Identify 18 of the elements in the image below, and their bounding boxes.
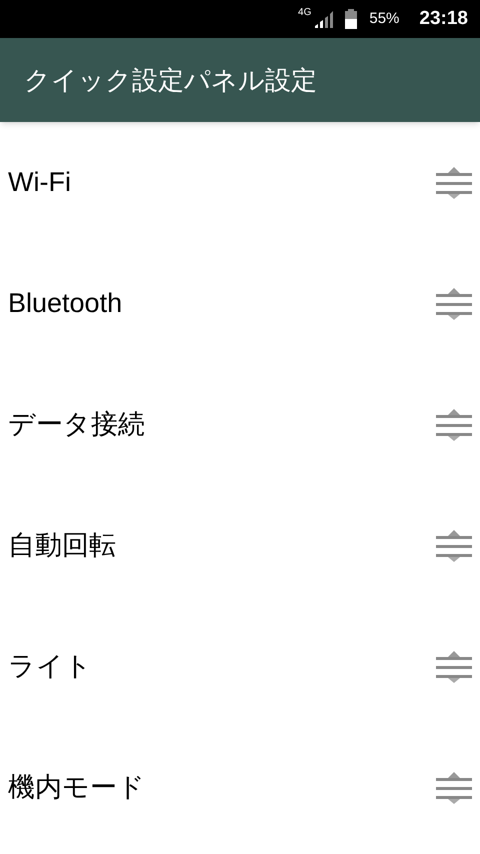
battery-icon — [345, 9, 358, 29]
drag-handle-icon[interactable] — [436, 166, 472, 200]
tile-label: Wi-Fi — [8, 166, 71, 200]
tile-label: データ接続 — [8, 408, 145, 442]
screen-title: クイック設定パネル設定 — [24, 64, 317, 96]
signal-icon — [315, 10, 334, 28]
drag-handle-icon[interactable] — [436, 770, 472, 804]
tile-label: 機内モード — [8, 771, 145, 804]
battery-percent: 55% — [369, 8, 400, 29]
drag-handle-icon[interactable] — [436, 528, 472, 562]
tile-label: Bluetooth — [8, 287, 122, 320]
tile-label: ライト — [8, 650, 92, 684]
drag-handle-icon[interactable] — [436, 650, 472, 684]
network-type: 4G — [298, 8, 312, 18]
drag-handle-icon[interactable] — [436, 408, 472, 442]
drag-handle-icon[interactable] — [436, 286, 472, 320]
tile-label: 自動回転 — [8, 529, 116, 562]
clock: 23:18 — [419, 6, 468, 31]
